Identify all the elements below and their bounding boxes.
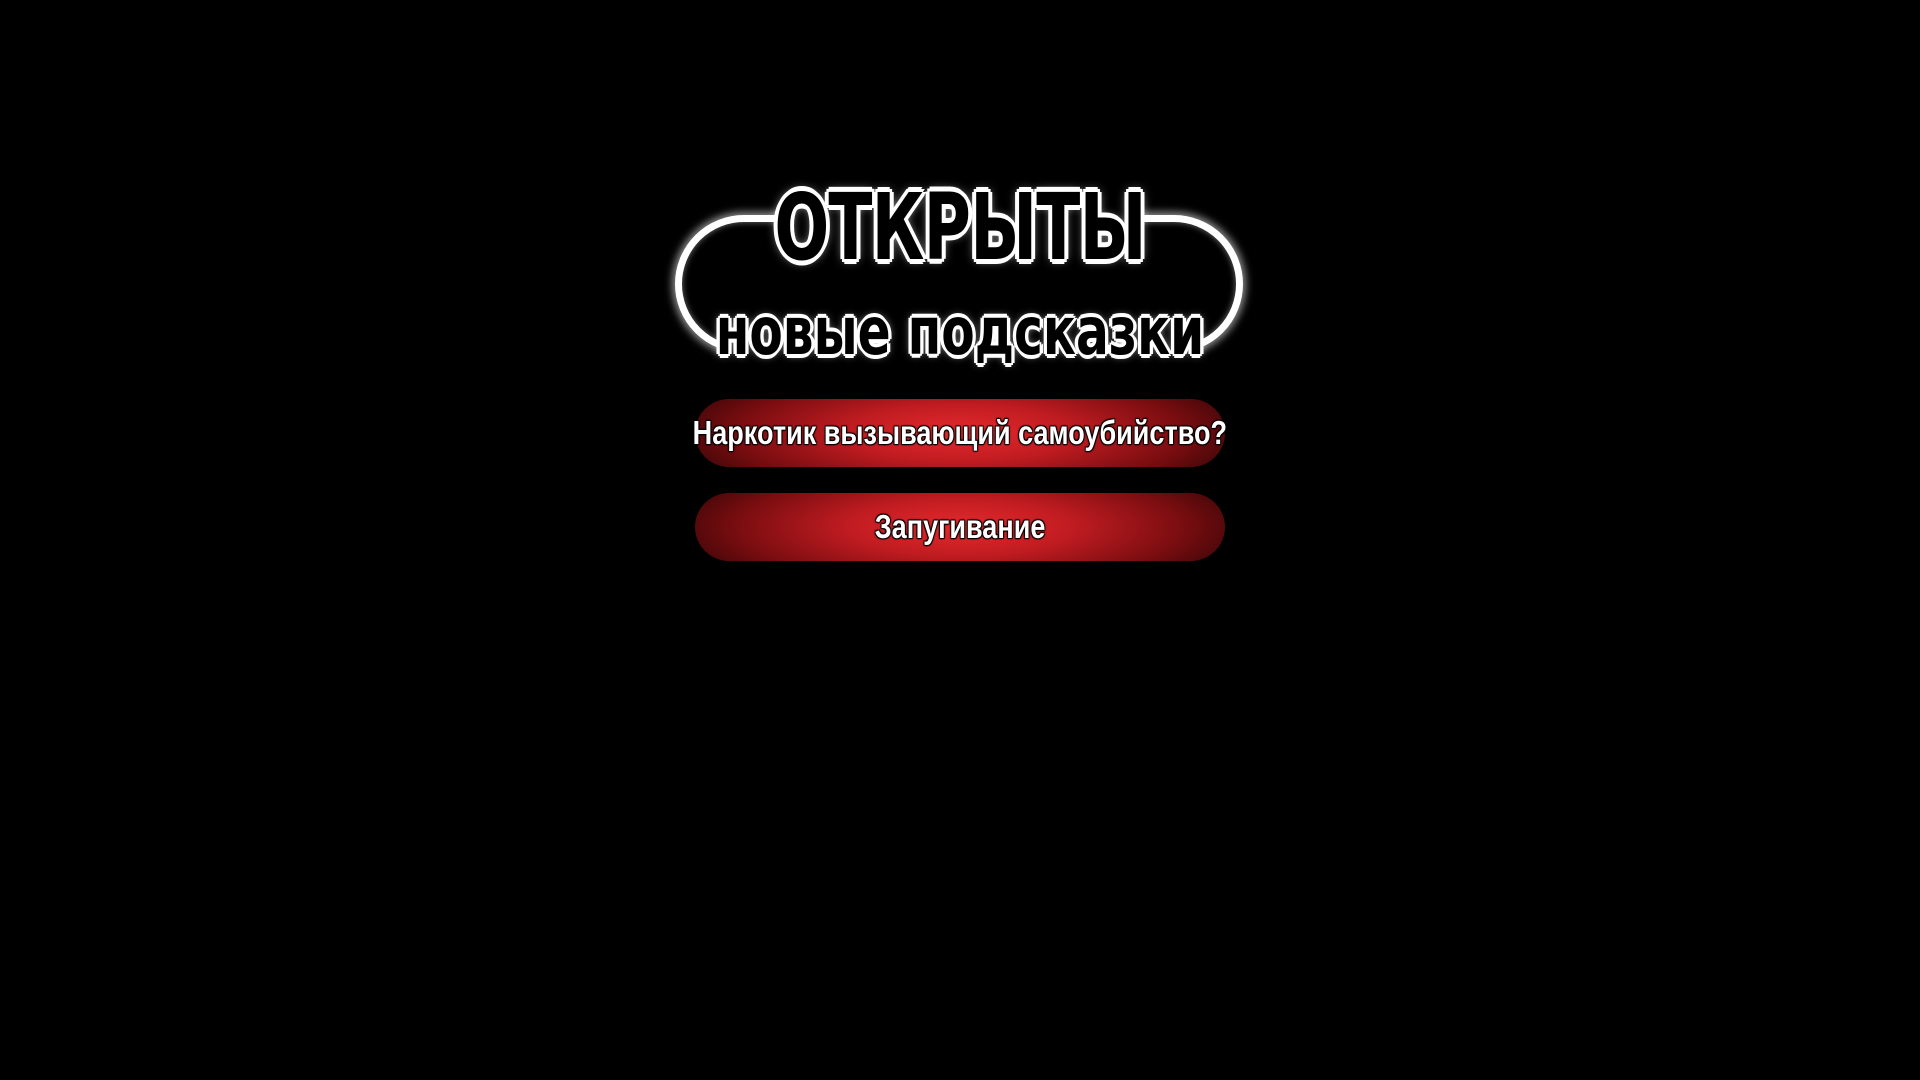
game-screen: ОТКРЫТЫ новые подсказки Наркотик вызываю… — [0, 0, 1920, 1080]
header-subtitle: новые подсказки — [715, 293, 1205, 370]
option-label: Запугивание — [874, 508, 1046, 545]
option-button-1[interactable]: Наркотик вызывающий самоубийство? — [692, 399, 1228, 467]
option-label: Наркотик вызывающий самоубийство? — [692, 414, 1228, 451]
header-title: ОТКРЫТЫ — [774, 174, 1146, 281]
option-button-2[interactable]: Запугивание — [695, 493, 1225, 561]
